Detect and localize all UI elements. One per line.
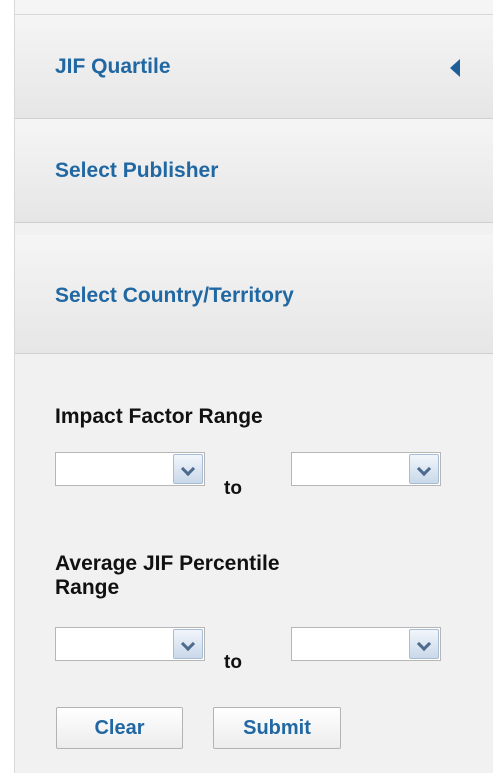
- jif-percentile-to-select[interactable]: [291, 627, 441, 661]
- jif-percentile-range-title: Average JIF Percentile Range: [55, 552, 280, 600]
- accordion-jif-quartile[interactable]: JIF Quartile: [15, 15, 493, 119]
- accordion-top-strip: [15, 0, 493, 15]
- dropdown-button[interactable]: [173, 454, 203, 484]
- impact-factor-from-select[interactable]: [55, 452, 205, 486]
- accordion-select-country[interactable]: Select Country/Territory: [15, 235, 493, 354]
- jif-percentile-title-line2: Range: [55, 576, 120, 599]
- accordion-label-select-country[interactable]: Select Country/Territory: [55, 235, 294, 353]
- impact-factor-to-select[interactable]: [291, 452, 441, 486]
- submit-button[interactable]: Submit: [213, 707, 341, 749]
- clear-button[interactable]: Clear: [56, 707, 183, 749]
- dropdown-button[interactable]: [173, 629, 203, 659]
- impact-factor-to-label: to: [224, 478, 242, 499]
- collapse-arrow-icon[interactable]: [450, 59, 460, 77]
- page-margin: [0, 0, 14, 773]
- dropdown-button[interactable]: [409, 629, 439, 659]
- filter-panel: JIF Quartile Select Publisher Select Cou…: [0, 0, 493, 773]
- jif-percentile-title-line1: Average JIF Percentile: [55, 552, 280, 575]
- filter-sidebar: JIF Quartile Select Publisher Select Cou…: [14, 0, 493, 773]
- chevron-down-icon: [416, 636, 432, 652]
- accordion-label-select-publisher[interactable]: Select Publisher: [55, 119, 218, 222]
- chevron-down-icon: [416, 461, 432, 477]
- accordion-label-jif-quartile[interactable]: JIF Quartile: [55, 15, 171, 118]
- accordion-select-publisher[interactable]: Select Publisher: [15, 119, 493, 223]
- chevron-down-icon: [180, 461, 196, 477]
- chevron-down-icon: [180, 636, 196, 652]
- jif-percentile-from-select[interactable]: [55, 627, 205, 661]
- jif-percentile-to-label: to: [224, 652, 242, 673]
- impact-factor-range-title: Impact Factor Range: [55, 405, 263, 428]
- dropdown-button[interactable]: [409, 454, 439, 484]
